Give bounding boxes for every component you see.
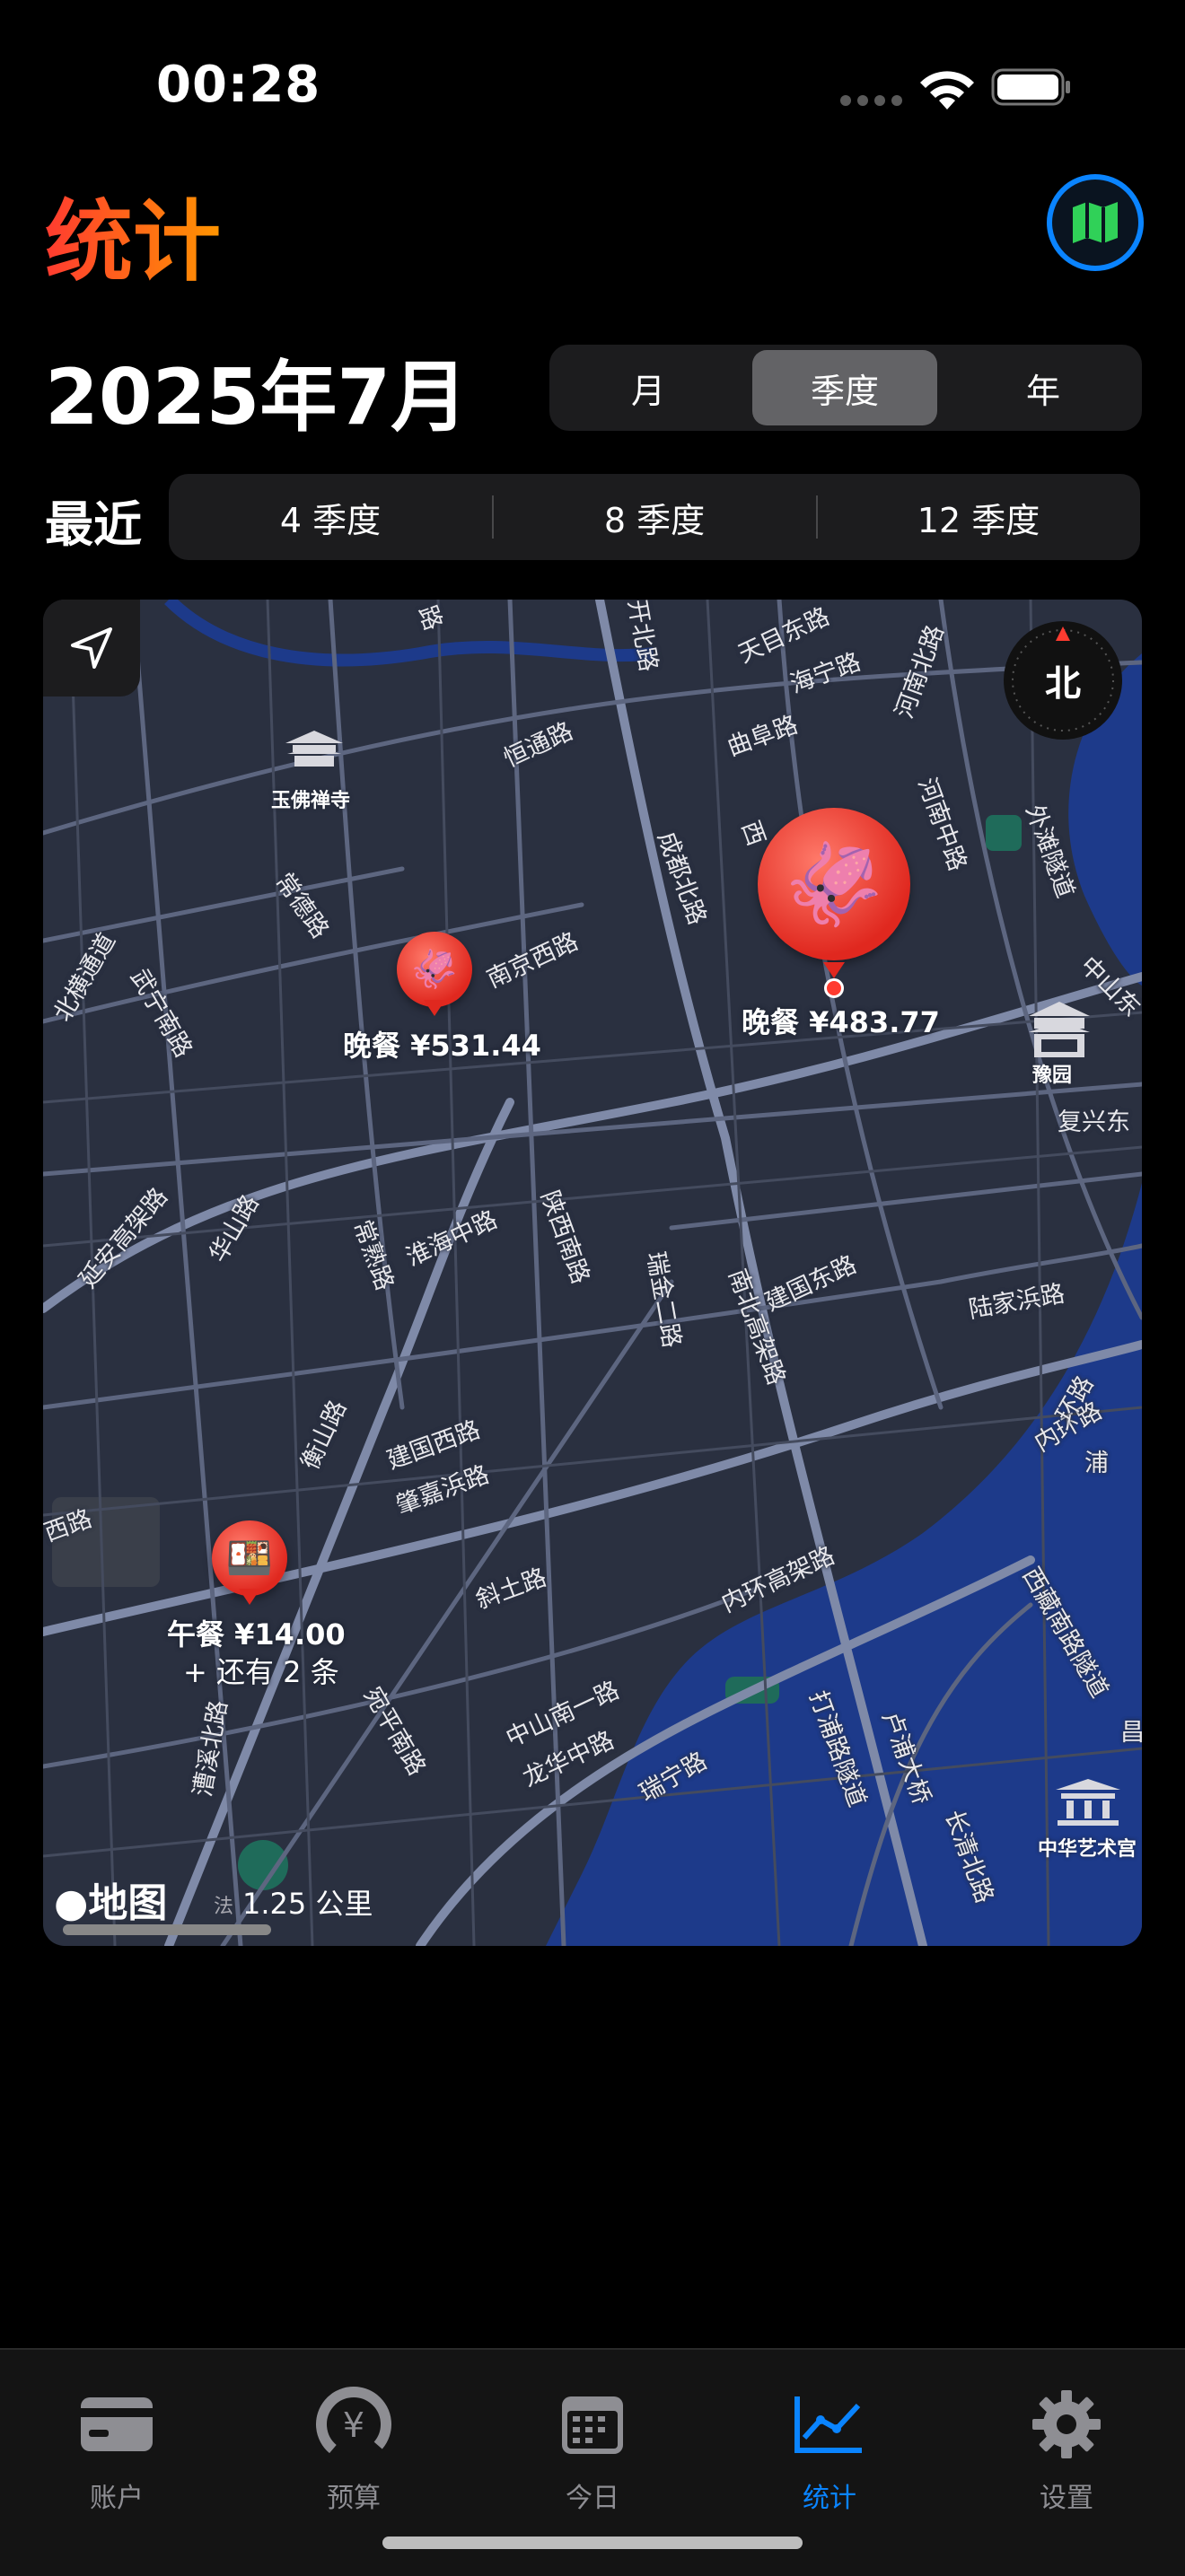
tab-label: 统计 xyxy=(803,2483,856,2514)
period-title: 2025年7月 xyxy=(45,353,469,442)
home-indicator xyxy=(382,2537,803,2549)
road-label: 浦 xyxy=(1084,1450,1109,1477)
tab-accounts[interactable]: 账户 xyxy=(27,2368,206,2514)
maps-logo: ●地图 xyxy=(54,1871,167,1928)
squid-icon: 🦑 xyxy=(783,837,885,932)
tab-label: 账户 xyxy=(90,2483,144,2514)
locate-button[interactable] xyxy=(43,600,140,697)
garden-icon xyxy=(1023,998,1095,1061)
recent-label: 最近 xyxy=(45,496,142,553)
pin-more-label: + 还有 2 条 xyxy=(183,1655,339,1689)
pin-dot xyxy=(824,978,844,998)
page-title: 统计 xyxy=(45,171,221,298)
tab-label: 今日 xyxy=(566,2483,619,2514)
gear-icon xyxy=(1028,2386,1105,2463)
location-arrow-icon xyxy=(71,627,112,669)
tab-label: 设置 xyxy=(1040,2483,1093,2514)
bento-icon: 🍱 xyxy=(225,1536,274,1580)
gauge-yen-icon: ¥ xyxy=(315,2386,392,2463)
wifi-icon xyxy=(920,71,974,110)
period-segmented-control: 月 季度 年 xyxy=(549,345,1142,431)
cellular-signal-icon xyxy=(840,95,903,106)
chart-icon xyxy=(791,2386,868,2463)
status-time: 00:28 xyxy=(156,56,321,114)
tab-today[interactable]: 今日 xyxy=(503,2368,682,2514)
tab-settings[interactable]: 设置 xyxy=(977,2368,1156,2514)
expense-pin[interactable]: 🍱 xyxy=(212,1520,287,1596)
segment-year[interactable]: 年 xyxy=(944,345,1142,431)
map-toggle-button[interactable] xyxy=(1047,174,1144,271)
road-label: 昌 xyxy=(1120,1719,1142,1747)
map-scale-bar xyxy=(63,1924,271,1935)
recent-segmented-control: 4 季度 8 季度 12 季度 xyxy=(169,474,1140,560)
segment-quarter[interactable]: 季度 xyxy=(752,350,937,425)
recent-option-4[interactable]: 4 季度 xyxy=(169,474,492,560)
expense-pin[interactable]: 🦑 xyxy=(397,932,472,1007)
poi-label: 玉佛禅寺 xyxy=(271,790,351,812)
tab-statistics[interactable]: 统计 xyxy=(740,2368,919,2514)
squid-icon: 🦑 xyxy=(410,947,459,991)
calendar-icon xyxy=(554,2386,631,2463)
compass-label: 北 xyxy=(1045,663,1081,705)
road-label: 复兴东 xyxy=(1058,1108,1130,1136)
legal-link[interactable]: 法 xyxy=(214,1890,233,1919)
expense-map[interactable]: 天目东路 海宁路 河南北路 恒通路 曲阜路 常德路 南京西路 成都北路 河南中路… xyxy=(43,600,1142,1946)
poi-label: 豫园 xyxy=(1032,1065,1073,1087)
recent-option-12[interactable]: 12 季度 xyxy=(817,474,1140,560)
apple-logo-icon: ● xyxy=(54,1880,89,1926)
pin-label: 晚餐 ¥483.77 xyxy=(742,1005,940,1039)
pin-label: 午餐 ¥14.00 xyxy=(167,1617,346,1652)
poi-label: 中华艺术宫 xyxy=(1038,1838,1137,1861)
battery-icon xyxy=(991,68,1070,106)
segment-month[interactable]: 月 xyxy=(549,345,747,431)
maps-logo-text: 地图 xyxy=(88,1880,168,1926)
temple-icon xyxy=(278,725,350,770)
pin-label: 晚餐 ¥531.44 xyxy=(343,1029,541,1063)
recent-option-8[interactable]: 8 季度 xyxy=(493,474,816,560)
map-icon xyxy=(1073,202,1118,243)
expense-pin-large[interactable]: 🦑 xyxy=(758,808,910,960)
tab-label: 预算 xyxy=(327,2483,381,2514)
tab-budget[interactable]: ¥ 预算 xyxy=(264,2368,443,2514)
svg-text:¥: ¥ xyxy=(343,2405,364,2445)
museum-icon xyxy=(1052,1775,1124,1829)
map-scale-label: 1.25 公里 xyxy=(242,1887,373,1921)
card-icon xyxy=(78,2386,155,2463)
compass-button[interactable]: 北 xyxy=(1004,621,1122,740)
